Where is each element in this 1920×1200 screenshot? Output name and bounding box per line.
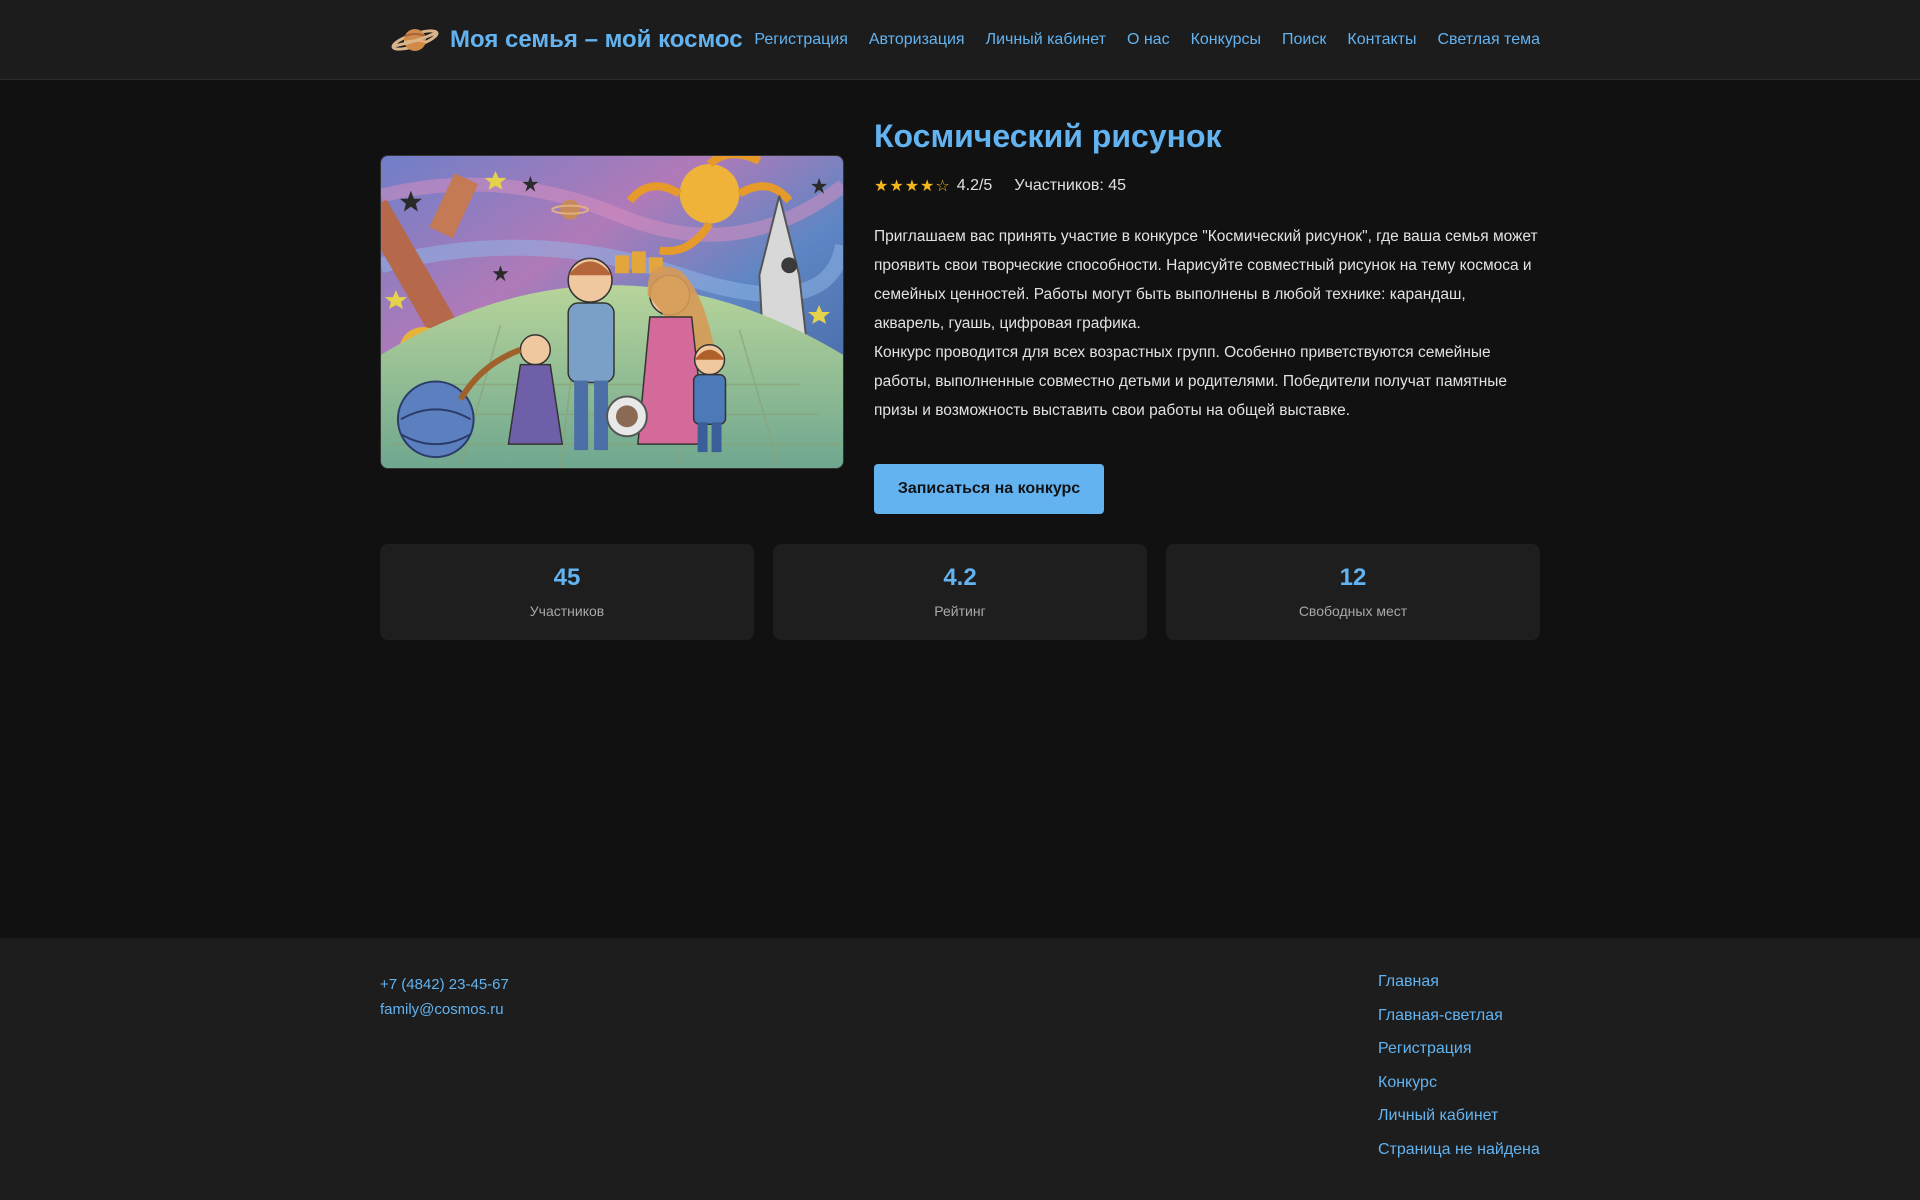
footer-link-contest[interactable]: Конкурс: [1378, 1073, 1540, 1093]
nav-item-contacts[interactable]: Контакты: [1347, 31, 1416, 49]
star-half-icon: ☆: [935, 178, 951, 195]
footer-link-not-found[interactable]: Страница не найдена: [1378, 1140, 1540, 1160]
nav-item-light-theme[interactable]: Светлая тема: [1437, 31, 1540, 49]
contest-description: Приглашаем вас принять участие в конкурс…: [874, 222, 1540, 425]
footer-link-profile[interactable]: Личный кабинет: [1378, 1106, 1540, 1126]
nav-item-profile[interactable]: Личный кабинет: [986, 31, 1106, 49]
footer-link-home[interactable]: Главная: [1378, 972, 1540, 992]
rating-text: 4.2/5: [956, 177, 993, 194]
stat-label: Свободных мест: [1298, 603, 1408, 619]
stat-value: 12: [1339, 564, 1367, 591]
footer-link-registration[interactable]: Регистрация: [1378, 1039, 1540, 1059]
contest-image: [380, 155, 844, 469]
stat-value: 4.2: [943, 564, 977, 591]
join-contest-button[interactable]: Записаться на конкурс: [874, 464, 1104, 514]
main-nav: Регистрация Авторизация Личный кабинет О…: [754, 31, 1540, 49]
nav-item-login[interactable]: Авторизация: [869, 31, 965, 49]
star-icon: ★: [874, 178, 890, 195]
stat-card-rating: 4.2 Рейтинг: [773, 544, 1147, 640]
brand-link[interactable]: Моя семья – мой космос: [390, 22, 743, 58]
footer-email-link[interactable]: family@cosmos.ru: [380, 997, 509, 1022]
participants-count: Участников: 45: [1014, 177, 1127, 194]
footer-phone-link[interactable]: +7 (4842) 23-45-67: [380, 972, 509, 997]
header-inner: Моя семья – мой космос Регистрация Автор…: [390, 0, 1540, 80]
rating-stars: ★★★★☆: [874, 176, 951, 196]
nav-item-search[interactable]: Поиск: [1282, 31, 1326, 49]
planet-icon: [391, 29, 439, 51]
nav-item-registration[interactable]: Регистрация: [754, 31, 848, 49]
contest-info: Космический рисунок ★★★★☆ 4.2/5 Участник…: [874, 112, 1540, 425]
star-icon: ★: [889, 178, 905, 195]
footer-link-home-light[interactable]: Главная-светлая: [1378, 1006, 1540, 1026]
family-space-drawing: [381, 156, 843, 468]
contest-title: Космический рисунок: [874, 118, 1222, 154]
description-paragraph: Приглашаем вас принять участие в конкурс…: [874, 228, 1538, 332]
stat-card-free-places: 12 Свободных мест: [1166, 544, 1540, 640]
site-header: Моя семья – мой космос Регистрация Автор…: [0, 0, 1920, 80]
nav-item-about[interactable]: О нас: [1127, 31, 1170, 49]
stat-label: Участников: [529, 603, 605, 619]
nav-item-contests[interactable]: Конкурсы: [1191, 31, 1261, 49]
site-footer: +7 (4842) 23-45-67 family@cosmos.ru Глав…: [0, 938, 1920, 1200]
footer-nav: Главная Главная-светлая Регистрация Конк…: [1378, 972, 1540, 1174]
site-title: Моя семья – мой космос: [450, 26, 743, 53]
description-paragraph: Конкурс проводится для всех возрастных г…: [874, 344, 1508, 419]
star-icon: ★: [904, 178, 921, 195]
star-icon: ★: [920, 178, 936, 195]
stat-value: 45: [553, 564, 581, 591]
stat-card-participants: 45 Участников: [380, 544, 754, 640]
footer-contacts: +7 (4842) 23-45-67 family@cosmos.ru: [380, 972, 509, 1022]
stat-label: Рейтинг: [934, 603, 986, 619]
contest-meta: ★★★★☆ 4.2/5 Участников: 45: [874, 176, 1540, 196]
